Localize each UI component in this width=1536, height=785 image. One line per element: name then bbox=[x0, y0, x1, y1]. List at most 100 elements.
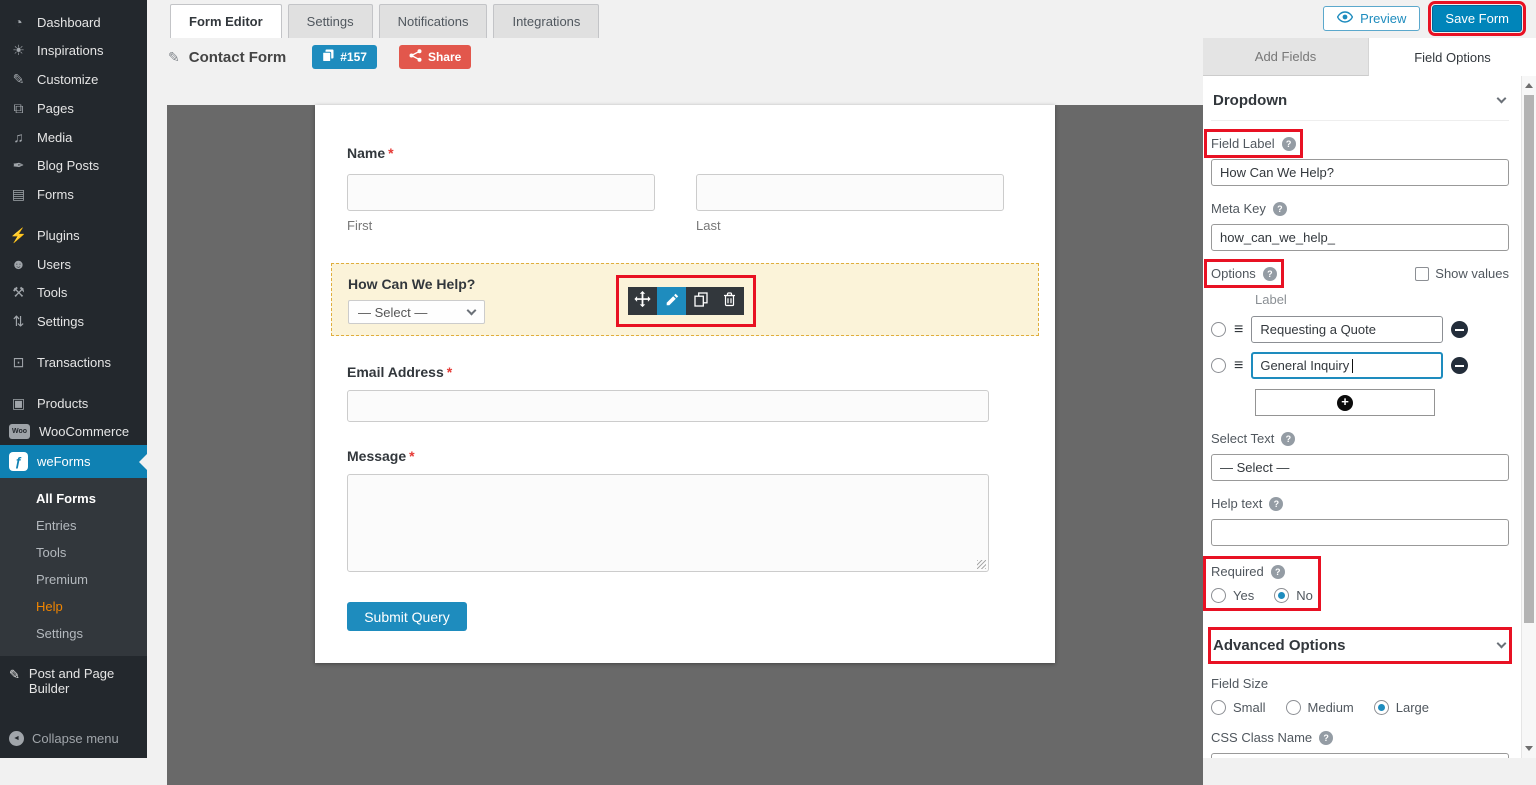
share-button[interactable]: Share bbox=[398, 45, 472, 69]
submenu-item-tools[interactable]: Tools bbox=[0, 539, 147, 566]
required-group: Required ? Yes No bbox=[1203, 556, 1321, 611]
email-input[interactable] bbox=[347, 390, 989, 422]
help-question-icon[interactable]: ? bbox=[1270, 564, 1285, 579]
scroll-up-arrow[interactable] bbox=[1522, 78, 1536, 93]
show-values-checkbox[interactable] bbox=[1415, 266, 1430, 281]
tab-field-options[interactable]: Field Options bbox=[1369, 38, 1536, 76]
form-id-badge[interactable]: #157 bbox=[312, 45, 377, 69]
sidebar-item-customize[interactable]: ✎ Customize bbox=[0, 65, 147, 94]
preview-button[interactable]: Preview bbox=[1323, 6, 1421, 31]
field-size-small-label: Small bbox=[1233, 700, 1266, 715]
collapse-menu-button[interactable]: ◄ Collapse menu bbox=[0, 721, 147, 758]
sidebar-item-weforms[interactable]: ƒ weForms bbox=[0, 445, 147, 478]
delete-field-button[interactable] bbox=[715, 287, 744, 315]
field-type-header[interactable]: Dropdown bbox=[1211, 84, 1509, 121]
message-field-group[interactable]: Message * bbox=[347, 448, 1023, 572]
meta-key-input[interactable] bbox=[1211, 224, 1509, 251]
tab-settings[interactable]: Settings bbox=[287, 4, 373, 38]
edit-title-pencil-icon[interactable]: ✎ bbox=[168, 49, 180, 66]
submenu-item-premium[interactable]: Premium bbox=[0, 566, 147, 593]
sidebar-item-transactions[interactable]: ⊡ Transactions bbox=[0, 348, 147, 377]
dropdown-field-select[interactable]: — Select — bbox=[348, 300, 485, 324]
help-question-icon[interactable]: ? bbox=[1269, 496, 1284, 511]
help-question-icon[interactable]: ? bbox=[1272, 201, 1287, 216]
option-default-radio[interactable] bbox=[1211, 358, 1226, 373]
sidebar-item-dashboard[interactable]: ◔ Dashboard bbox=[0, 8, 147, 36]
sidebar-item-media[interactable]: ♫ Media bbox=[0, 123, 147, 151]
chevron-down-icon bbox=[466, 305, 477, 315]
sidebar-item-label: Dashboard bbox=[37, 14, 101, 30]
pages-icon: ⧉ bbox=[13, 100, 24, 116]
blog-posts-icon: ✒ bbox=[12, 157, 25, 173]
field-label-group: Field Label ? bbox=[1204, 129, 1509, 186]
field-label-input[interactable] bbox=[1211, 159, 1509, 186]
sidebar-item-tools[interactable]: ⚒ Tools bbox=[0, 278, 147, 307]
required-yes-radio[interactable] bbox=[1211, 588, 1226, 603]
tab-form-editor[interactable]: Form Editor bbox=[170, 4, 282, 38]
help-question-icon[interactable]: ? bbox=[1319, 730, 1334, 745]
css-class-label-row: CSS Class Name ? bbox=[1211, 730, 1334, 745]
option-label-input[interactable] bbox=[1251, 316, 1444, 343]
submit-query-button[interactable]: Submit Query bbox=[347, 602, 467, 631]
sidebar-item-inspirations[interactable]: ☀ Inspirations bbox=[0, 36, 147, 65]
sidebar-item-plugins[interactable]: ⚡ Plugins bbox=[0, 221, 147, 250]
tab-add-fields[interactable]: Add Fields bbox=[1203, 38, 1369, 76]
sidebar-item-post-page-builder[interactable]: ✎ Post and Page Builder bbox=[0, 656, 147, 702]
sidebar-item-woocommerce[interactable]: Woo WooCommerce bbox=[0, 418, 147, 445]
remove-option-button[interactable] bbox=[1451, 357, 1469, 374]
required-no-radio[interactable] bbox=[1274, 588, 1290, 603]
edit-field-button[interactable] bbox=[657, 287, 686, 315]
email-field-group[interactable]: Email Address * bbox=[347, 364, 1023, 422]
sidebar-item-forms[interactable]: ▤ Forms bbox=[0, 180, 147, 209]
sidebar-item-pages[interactable]: ⧉ Pages bbox=[0, 94, 147, 123]
message-textarea[interactable] bbox=[347, 474, 989, 572]
help-question-icon[interactable]: ? bbox=[1281, 136, 1296, 151]
scroll-down-arrow[interactable] bbox=[1522, 741, 1536, 756]
help-question-icon[interactable]: ? bbox=[1281, 431, 1296, 446]
pencil-icon bbox=[665, 293, 679, 310]
sidebar-item-users[interactable]: ☻ Users bbox=[0, 250, 147, 278]
sidebar-item-settings[interactable]: ⇅ Settings bbox=[0, 307, 147, 336]
transactions-icon: ⊡ bbox=[12, 354, 25, 370]
remove-option-button[interactable] bbox=[1451, 321, 1469, 338]
select-text-input[interactable] bbox=[1211, 454, 1509, 481]
last-name-input[interactable] bbox=[696, 174, 1004, 211]
sidebar-item-products[interactable]: ▣ Products bbox=[0, 389, 147, 418]
field-action-toolbar bbox=[616, 275, 756, 327]
copy-icon bbox=[693, 292, 708, 310]
option-default-radio[interactable] bbox=[1211, 322, 1226, 337]
tab-integrations[interactable]: Integrations bbox=[493, 4, 600, 38]
help-text-input[interactable] bbox=[1211, 519, 1509, 546]
help-question-icon[interactable]: ? bbox=[1262, 266, 1277, 281]
submenu-item-help[interactable]: Help bbox=[0, 593, 147, 620]
scrollbar-thumb[interactable] bbox=[1524, 95, 1534, 623]
option-row: ≡ General Inquiry bbox=[1211, 352, 1509, 379]
add-option-button[interactable]: + bbox=[1255, 389, 1435, 416]
show-values-toggle[interactable]: Show values bbox=[1415, 266, 1509, 281]
submenu-item-entries[interactable]: Entries bbox=[0, 512, 147, 539]
advanced-options-header[interactable]: Advanced Options bbox=[1208, 627, 1512, 664]
submenu-item-all-forms[interactable]: All Forms bbox=[0, 485, 147, 512]
field-size-medium-radio[interactable] bbox=[1285, 700, 1301, 715]
first-name-input[interactable] bbox=[347, 174, 655, 211]
save-form-button[interactable]: Save Form bbox=[1428, 1, 1526, 36]
field-size-large-radio[interactable] bbox=[1373, 700, 1389, 715]
move-field-button[interactable] bbox=[628, 287, 657, 315]
tab-notifications[interactable]: Notifications bbox=[378, 4, 488, 38]
copy-shortcode-icon bbox=[322, 49, 334, 65]
dropdown-field-selected[interactable]: How Can We Help? — Select — bbox=[331, 263, 1039, 336]
option-label-input-focused[interactable]: General Inquiry bbox=[1251, 352, 1444, 379]
advanced-options-title: Advanced Options bbox=[1213, 637, 1346, 654]
sidebar-item-blog-posts[interactable]: ✒ Blog Posts bbox=[0, 151, 147, 180]
select-placeholder: — Select — bbox=[358, 304, 428, 320]
name-field-group[interactable]: Name * First Last bbox=[347, 145, 1023, 233]
tools-icon: ⚒ bbox=[12, 284, 25, 300]
content-area: Name * First Last How Can We Help? — Sel… bbox=[147, 76, 1536, 785]
drag-handle-icon[interactable]: ≡ bbox=[1234, 357, 1243, 374]
css-class-input[interactable] bbox=[1211, 753, 1509, 758]
duplicate-field-button[interactable] bbox=[686, 287, 715, 315]
submenu-item-settings[interactable]: Settings bbox=[0, 620, 147, 647]
field-size-small-radio[interactable] bbox=[1211, 700, 1226, 715]
drag-handle-icon[interactable]: ≡ bbox=[1234, 321, 1243, 338]
panel-scrollbar[interactable] bbox=[1521, 76, 1536, 758]
